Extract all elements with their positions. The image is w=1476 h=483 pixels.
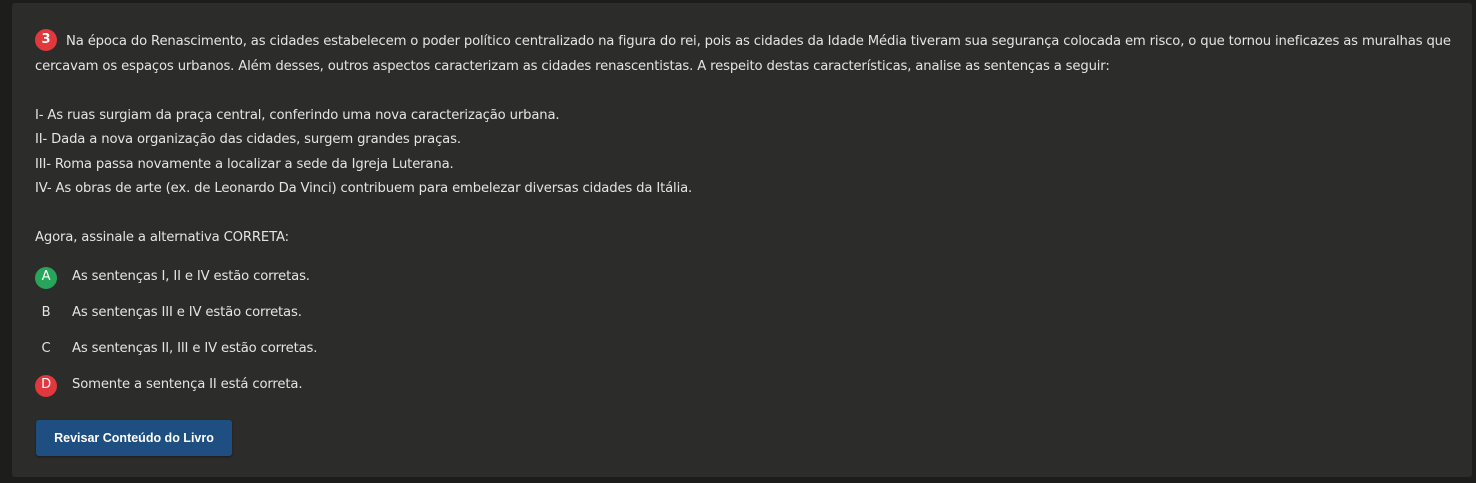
question-card: 3 Na época do Renascimento, as cidades es…: [12, 3, 1472, 477]
option-a-correct-marker: A: [35, 266, 57, 289]
review-book-content-button[interactable]: Revisar Conteúdo do Livro: [36, 420, 232, 456]
statement-3: III- Roma passa novamente a localizar a …: [35, 156, 454, 172]
question-intro: 3 Na época do Renascimento, as cidades es…: [35, 29, 1455, 79]
statement-1: I- As ruas surgiam da praça central, con…: [35, 107, 560, 123]
option-a[interactable]: A As sentenças I, II e IV estão corretas…: [35, 260, 1455, 296]
statement-2: II- Dada a nova organização das cidades,…: [35, 132, 461, 147]
option-b-text: As sentenças III e IV estão corretas.: [72, 305, 302, 321]
option-b[interactable]: B As sentenças III e IV estão corretas.: [35, 296, 1455, 332]
option-d-text: Somente a sentença II está correta.: [72, 377, 303, 393]
option-c-letter: C: [41, 341, 51, 357]
question-intro-text: Na época do Renascimento, as cidades est…: [35, 34, 1451, 74]
question-number-badge: 3: [35, 29, 57, 51]
option-c-text: As sentenças II, III e IV estão corretas…: [72, 341, 318, 357]
option-d-wrong-marker: D: [35, 374, 57, 397]
option-a-text: As sentenças I, II e IV estão corretas.: [72, 269, 310, 285]
option-d[interactable]: D Somente a sentença II está correta.: [35, 368, 1455, 404]
statement-4: IV- As obras de arte (ex. de Leonardo Da…: [35, 181, 693, 196]
options-list: A As sentenças I, II e IV estão corretas…: [35, 260, 1455, 404]
option-c[interactable]: C As sentenças II, III e IV estão corret…: [35, 332, 1455, 368]
question-content: 3 Na época do Renascimento, as cidades es…: [35, 29, 1455, 404]
question-prompt: Agora, assinale a alternativa CORRETA:: [35, 230, 289, 245]
option-b-letter: B: [41, 305, 51, 321]
